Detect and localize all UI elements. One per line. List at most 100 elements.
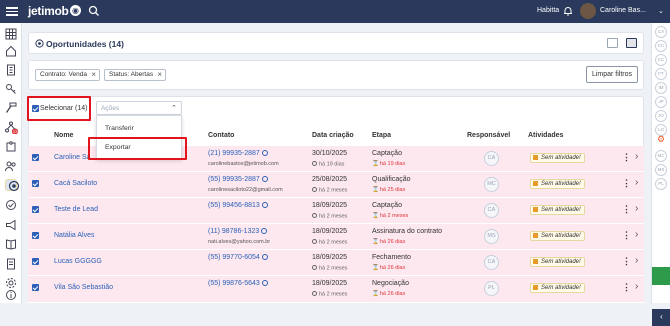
row-checkbox[interactable] xyxy=(32,180,39,187)
right-avatar[interactable]: MS xyxy=(655,164,667,176)
header-contact[interactable]: Contato xyxy=(208,132,234,139)
chevron-right-icon[interactable]: › xyxy=(635,229,638,240)
whatsapp-icon[interactable] xyxy=(261,254,268,260)
brand-logo[interactable]: jetimob xyxy=(28,4,69,18)
right-avatar[interactable]: PL xyxy=(655,178,667,190)
kanban-view-icon[interactable] xyxy=(607,38,618,48)
user-name[interactable]: Caroline Bas... xyxy=(600,7,646,14)
phone-number[interactable]: (55) 99456-8813 xyxy=(208,202,260,209)
chevron-right-icon[interactable]: › xyxy=(635,255,638,266)
right-avatar[interactable]: JO xyxy=(655,110,667,122)
chevron-up-icon[interactable]: ⌃ xyxy=(171,104,177,112)
search-icon[interactable] xyxy=(88,5,100,17)
table-row[interactable]: Cacá Saciloto (55) 99935-2887 carolinesa… xyxy=(28,172,644,198)
phone-link[interactable]: (55) 99770-6054 xyxy=(208,254,268,261)
right-avatar[interactable]: CC xyxy=(655,54,667,66)
filter-chip-contract[interactable]: Contrato: Venda × xyxy=(35,69,100,81)
right-avatar[interactable]: MC xyxy=(655,150,667,162)
responsible-avatar[interactable]: MC xyxy=(484,177,499,192)
check-circle-icon[interactable] xyxy=(5,199,17,211)
green-action-icon[interactable] xyxy=(652,267,670,285)
phone-number[interactable]: (55) 99935-2887 xyxy=(208,176,260,183)
hubspot-icon[interactable]: ⚙ xyxy=(655,134,667,146)
responsible-avatar[interactable]: PL xyxy=(484,281,499,296)
close-icon[interactable]: × xyxy=(91,70,96,80)
table-row[interactable]: Natália Alves (11) 98786-1323 nati.alves… xyxy=(28,224,644,250)
user-chevron-icon[interactable]: ⌄ xyxy=(658,7,664,15)
gear-icon[interactable] xyxy=(5,277,17,289)
activity-badge[interactable]: Sem atividade! xyxy=(530,153,585,163)
lead-name-link[interactable]: Vila São Sebastião xyxy=(54,284,113,291)
collapse-icon[interactable]: ‹ xyxy=(652,309,670,326)
opportunities-icon[interactable] xyxy=(5,179,20,192)
right-avatar[interactable]: IM xyxy=(655,82,667,94)
lead-name-link[interactable]: Natália Alves xyxy=(54,232,94,239)
header-created[interactable]: Data criação xyxy=(312,132,354,139)
phone-number[interactable]: (55) 99876-5643 xyxy=(208,280,260,287)
bell-icon[interactable] xyxy=(563,6,573,16)
clear-filters-button[interactable]: Limpar filtros xyxy=(586,66,638,83)
building-icon[interactable] xyxy=(5,64,17,76)
header-stage[interactable]: Etapa xyxy=(372,132,391,139)
activity-badge[interactable]: Sem atividade! xyxy=(530,283,585,293)
menu-item-transfer[interactable]: Transferir xyxy=(105,125,134,132)
book-icon[interactable] xyxy=(5,238,17,250)
activity-badge[interactable]: Sem atividade! xyxy=(530,179,585,189)
right-avatar[interactable]: JP xyxy=(655,96,667,108)
whatsapp-icon[interactable] xyxy=(261,280,268,286)
menu-icon[interactable] xyxy=(6,5,18,17)
header-name[interactable]: Nome xyxy=(54,132,73,139)
lead-name-link[interactable]: Lucas GGGGG xyxy=(54,258,102,265)
right-avatar[interactable]: CC xyxy=(655,40,667,52)
more-options-icon[interactable]: ⋮ xyxy=(622,204,631,215)
user-avatar[interactable] xyxy=(580,3,596,19)
more-options-icon[interactable]: ⋮ xyxy=(622,230,631,241)
phone-link[interactable]: (55) 99456-8813 xyxy=(208,202,268,209)
activity-badge[interactable]: Sem atividade! xyxy=(530,257,585,267)
company-name[interactable]: Habitta xyxy=(537,7,559,14)
row-checkbox[interactable] xyxy=(32,154,39,161)
more-options-icon[interactable]: ⋮ xyxy=(622,152,631,163)
right-avatar[interactable]: FT xyxy=(655,68,667,80)
info-icon[interactable] xyxy=(5,289,17,301)
whatsapp-icon[interactable] xyxy=(261,176,268,182)
responsible-avatar[interactable]: CA xyxy=(484,151,499,166)
actions-select[interactable]: Ações ⌃ xyxy=(96,101,182,115)
table-row[interactable]: Lucas GGGGG (55) 99770-6054 18/09/2025 h… xyxy=(28,250,644,276)
home-icon[interactable] xyxy=(5,45,17,57)
filter-chip-status[interactable]: Status: Abertas × xyxy=(104,69,167,81)
whatsapp-icon[interactable] xyxy=(261,150,268,156)
phone-number[interactable]: (11) 98786-1323 xyxy=(208,228,259,235)
table-row[interactable]: Teste de Lead (55) 99456-8813 18/09/2025… xyxy=(28,198,644,224)
grid-icon[interactable] xyxy=(5,28,17,40)
puzzle-icon[interactable] xyxy=(5,141,17,153)
document-icon[interactable] xyxy=(5,258,17,270)
row-checkbox[interactable] xyxy=(32,284,39,291)
activity-badge[interactable]: Sem atividade! xyxy=(530,231,585,241)
lead-name-link[interactable]: Teste de Lead xyxy=(54,206,98,213)
phone-link[interactable]: (11) 98786-1323 xyxy=(208,228,268,235)
more-options-icon[interactable]: ⋮ xyxy=(622,178,631,189)
responsible-avatar[interactable]: MS xyxy=(484,229,499,244)
right-avatar[interactable]: CA xyxy=(655,26,667,38)
phone-number[interactable]: (55) 99770-6054 xyxy=(208,254,260,261)
megaphone-icon[interactable] xyxy=(5,219,17,231)
key-icon[interactable] xyxy=(5,83,17,95)
responsible-avatar[interactable]: CA xyxy=(484,255,499,270)
row-checkbox[interactable] xyxy=(32,232,39,239)
row-checkbox[interactable] xyxy=(32,206,39,213)
phone-link[interactable]: (55) 99935-2887 xyxy=(208,176,268,183)
chevron-right-icon[interactable]: › xyxy=(635,203,638,214)
chevron-right-icon[interactable]: › xyxy=(635,177,638,188)
header-activities[interactable]: Atividades xyxy=(528,132,563,139)
phone-link[interactable]: (55) 99876-5643 xyxy=(208,280,268,287)
chevron-right-icon[interactable]: › xyxy=(635,281,638,292)
activity-badge[interactable]: Sem atividade! xyxy=(530,205,585,215)
users-icon[interactable] xyxy=(5,160,17,172)
close-icon[interactable]: × xyxy=(157,70,162,80)
hammer-icon[interactable] xyxy=(5,102,17,114)
chevron-right-icon[interactable]: › xyxy=(635,151,638,162)
more-options-icon[interactable]: ⋮ xyxy=(622,282,631,293)
whatsapp-icon[interactable] xyxy=(261,202,268,208)
row-checkbox[interactable] xyxy=(32,258,39,265)
